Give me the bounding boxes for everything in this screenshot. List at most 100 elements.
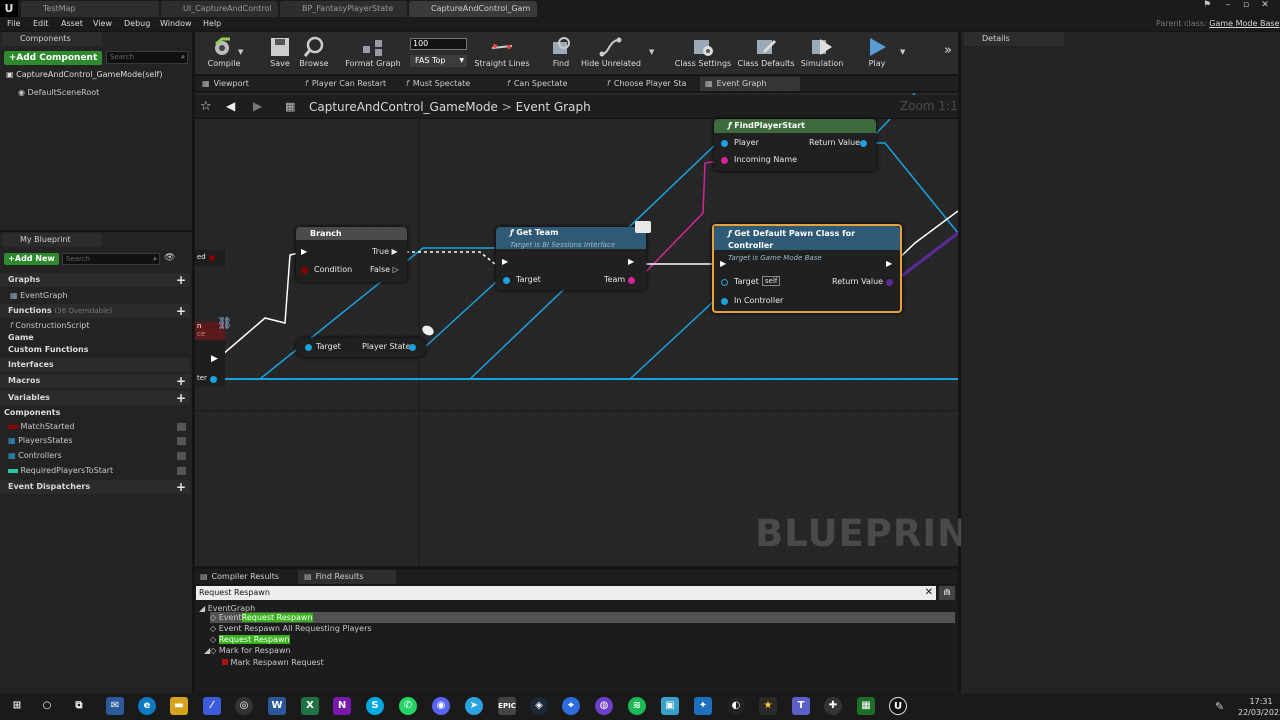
function-category-custom[interactable]: Custom Functions (8, 343, 89, 357)
compile-dropdown-icon[interactable]: ▼ (238, 48, 243, 56)
minimize-button[interactable]: – (1220, 0, 1236, 12)
result-row-3[interactable]: ◇ Request Respawn (210, 634, 290, 645)
class-defaults-button[interactable]: Class Defaults (736, 34, 796, 74)
target-pin[interactable] (305, 344, 312, 351)
class-settings-button[interactable]: Class Settings (672, 34, 734, 74)
tab-player-can-restart[interactable]: f Player Can Restart (305, 77, 386, 91)
variable-controllers[interactable]: ▦ Controllers (8, 449, 188, 463)
play-dropdown-icon[interactable]: ▼ (900, 48, 905, 56)
zoom-input[interactable]: 100 (410, 38, 467, 50)
word-icon[interactable]: W (268, 697, 286, 715)
app-icon-6[interactable]: ★ (759, 697, 777, 715)
tab-event-graph[interactable]: ▦ Event Graph (700, 77, 800, 91)
condition-pin[interactable] (301, 267, 308, 274)
event-dispatchers-category[interactable]: Event Dispatchers + (0, 480, 190, 494)
edge-icon[interactable]: e (138, 697, 156, 715)
pen-icon[interactable]: ✎ (1215, 700, 1224, 713)
github-icon[interactable]: ◍ (595, 697, 613, 715)
exec-in-pin[interactable]: ▶ (301, 247, 307, 256)
variables-category[interactable]: Variables + (0, 391, 190, 405)
exec-out-pin[interactable]: ▶ (628, 257, 634, 266)
fas-top-dropdown[interactable]: FAS Top ▼ (410, 55, 467, 67)
windows-start-icon[interactable]: ⊞ (8, 697, 26, 715)
player-state-out-pin[interactable] (409, 344, 416, 351)
breadcrumb-blueprint[interactable]: CaptureAndControl_GameMode (309, 100, 498, 114)
target-pin[interactable] (503, 277, 510, 284)
task-view-icon[interactable]: ⧉ (70, 697, 88, 715)
get-default-pawn-class-node[interactable]: ƒ Get Default Pawn Class for Controller T… (712, 224, 902, 313)
doc-tab-gamemode[interactable]: CaptureAndControl_Gam (409, 1, 537, 17)
variables-components-category[interactable]: Components (4, 406, 60, 420)
back-arrow-icon[interactable]: ◀ (226, 99, 235, 113)
add-macro-icon[interactable]: + (176, 374, 186, 388)
app-icon-2[interactable]: ◎ (235, 697, 253, 715)
variable-match-started[interactable]: MatchStarted (8, 420, 188, 434)
component-root[interactable]: ▣ CaptureAndControl_GameMode(self) (6, 68, 162, 82)
exec-out-pin[interactable]: ▶ (211, 354, 218, 364)
menu-file[interactable]: File (7, 17, 20, 31)
find-player-start-node[interactable]: ƒ FindPlayerStart Player Return Value In… (714, 119, 876, 171)
branch-node[interactable]: Branch ▶ True ▶ Condition False ▷ (296, 227, 407, 282)
add-graph-icon[interactable]: + (176, 273, 186, 287)
tab-viewport[interactable]: ▦ Viewport (202, 77, 249, 91)
graphs-category[interactable]: Graphs + (0, 273, 190, 287)
object-pin[interactable] (210, 376, 217, 383)
format-graph-button[interactable]: Format Graph (344, 34, 402, 74)
result-row-4[interactable]: ◢◇ Mark for Respawn (204, 645, 291, 656)
maps-icon[interactable]: ⌖ (562, 697, 580, 715)
find-in-all-blueprints-icon[interactable]: ⋒ (939, 586, 955, 600)
unreal-engine-icon[interactable]: U (889, 697, 907, 715)
result-row-5[interactable]: Mark Respawn Request (222, 657, 324, 668)
player-state-node[interactable]: Target Player State (296, 338, 426, 357)
components-tab[interactable]: Components (2, 32, 102, 46)
breadcrumb-graph[interactable]: Event Graph (516, 100, 591, 114)
my-blueprint-search-input[interactable]: Search ⌕ (62, 253, 160, 265)
simulation-button[interactable]: Simulation (794, 34, 850, 74)
teams-icon[interactable]: T (792, 697, 810, 715)
menu-asset[interactable]: Asset (61, 17, 83, 31)
true-pin[interactable]: True ▶ (372, 247, 398, 256)
eye-toggle-icon[interactable] (177, 423, 186, 431)
player-pin[interactable] (721, 140, 728, 147)
browse-button[interactable]: Browse (288, 34, 340, 74)
eye-toggle-icon[interactable] (177, 452, 186, 460)
eye-toggle-icon[interactable] (177, 437, 186, 445)
forward-arrow-icon[interactable]: ▶ (253, 99, 262, 113)
event-graph-item[interactable]: ▦ EventGraph (10, 289, 68, 303)
skype-icon[interactable]: S (366, 697, 384, 715)
return-value-pin[interactable] (886, 279, 893, 286)
cutoff-node-event[interactable]: ed (195, 250, 225, 266)
compile-button[interactable]: Compile (195, 34, 253, 74)
play-button[interactable]: Play (848, 34, 906, 74)
variable-required-players[interactable]: RequiredPlayersToStart (8, 464, 188, 478)
system-clock[interactable]: 17:31 22/03/2022 (1238, 696, 1280, 718)
app-icon-8[interactable]: ▦ (857, 697, 875, 715)
discord-icon[interactable]: ◉ (432, 697, 450, 715)
notification-icon[interactable]: ⚑ (1199, 0, 1215, 12)
app-icon-3[interactable]: ▣ (661, 697, 679, 715)
target-pin[interactable] (721, 279, 728, 286)
exec-in-pin[interactable]: ▶ (720, 259, 726, 268)
spotify-icon[interactable]: ≋ (628, 697, 646, 715)
incoming-name-pin[interactable] (721, 157, 728, 164)
in-controller-pin[interactable] (721, 298, 728, 305)
functions-category[interactable]: Functions (36 Overridable) + (0, 304, 190, 318)
exec-in-pin[interactable]: ▶ (502, 257, 508, 266)
result-row-2[interactable]: ◇ Event Respawn All Requesting Players (210, 623, 372, 634)
epic-games-icon[interactable]: EPIC (498, 697, 516, 715)
steam-icon[interactable]: ◈ (530, 697, 548, 715)
add-component-button[interactable]: +Add Component (4, 51, 102, 65)
hide-unrelated-button[interactable]: Hide Unrelated (580, 34, 642, 74)
file-explorer-icon[interactable]: ▬ (170, 697, 188, 715)
maximize-button[interactable]: ▫ (1238, 0, 1254, 12)
bool-pin[interactable] (209, 255, 215, 261)
my-blueprint-tab[interactable]: My Blueprint (2, 233, 102, 247)
straight-lines-button[interactable]: Straight Lines (472, 34, 532, 74)
doc-tab-playerstate[interactable]: BP_FantasyPlayerState (280, 1, 407, 17)
eye-icon[interactable]: 👁 (164, 253, 175, 263)
find-button[interactable]: Find (538, 34, 584, 74)
menu-help[interactable]: Help (203, 17, 221, 31)
tab-can-spectate[interactable]: f Can Spectate (507, 77, 568, 91)
menu-edit[interactable]: Edit (33, 17, 49, 31)
excel-icon[interactable]: X (301, 697, 319, 715)
